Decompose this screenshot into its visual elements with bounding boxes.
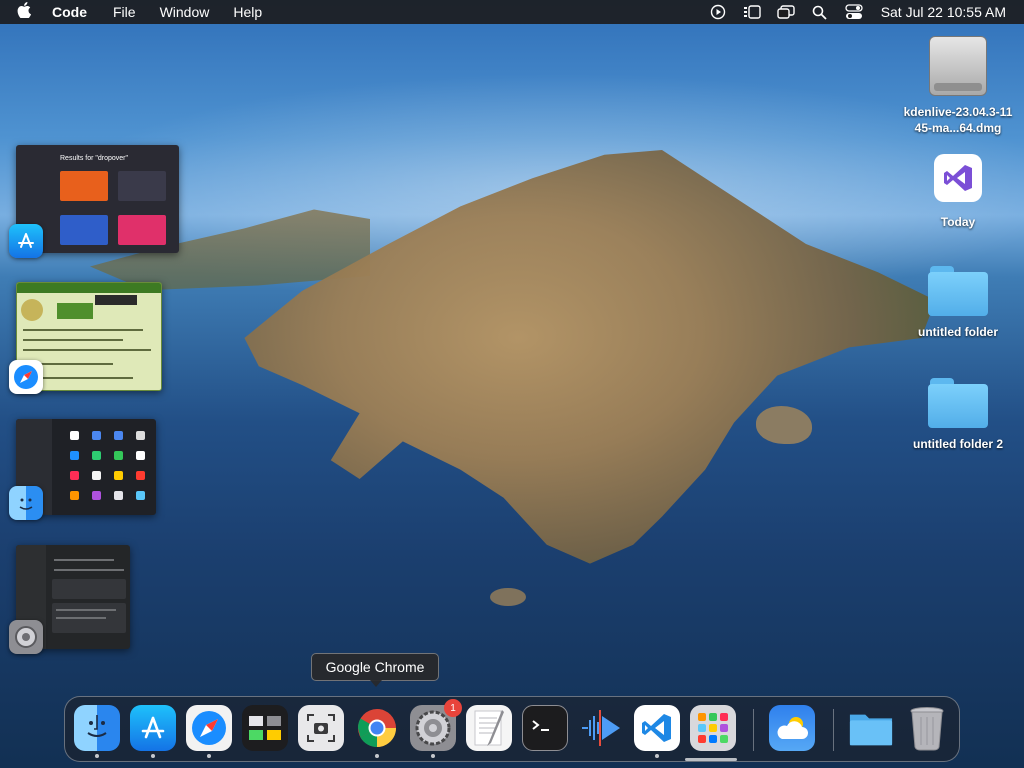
dock-item-trash[interactable] (904, 705, 950, 751)
folder-icon (928, 266, 988, 316)
desktop-item-label: Today (940, 215, 976, 229)
thumbnail-card (118, 215, 166, 245)
dock-item-kdenlive[interactable] (578, 705, 624, 751)
desktop-item-untitled-folder-2[interactable]: untitled folder 2 (898, 378, 1018, 452)
trash-icon (910, 707, 944, 751)
textedit-icon (474, 710, 504, 746)
dock-tooltip: Google Chrome (311, 653, 439, 687)
apple-menu-icon[interactable] (0, 2, 48, 22)
dock-item-launchpad[interactable] (690, 705, 736, 751)
running-indicator (375, 754, 379, 758)
running-indicator (207, 754, 211, 758)
running-indicator (655, 754, 659, 758)
safari-icon (9, 360, 43, 394)
dock-separator (833, 709, 834, 751)
dock: 1 (64, 696, 960, 762)
weather-icon (777, 717, 808, 739)
dock-separator (753, 709, 754, 751)
notification-badge: 1 (444, 699, 462, 717)
folder-icon (849, 714, 893, 746)
dock-scroll-indicator (685, 758, 737, 761)
menu-file[interactable]: File (101, 4, 148, 20)
dock-item-mission-control[interactable] (242, 705, 288, 751)
launchpad-icon (698, 713, 728, 743)
menu-clock[interactable]: Sat Jul 22 10:55 AM (871, 4, 1024, 20)
dock-item-visual-studio-code[interactable] (634, 705, 680, 751)
dock-item-google-chrome[interactable] (354, 705, 400, 751)
dock-item-downloads-folder[interactable] (848, 705, 894, 751)
window-thumbnail-title: Results for "dropover" (60, 155, 128, 162)
dock-item-system-settings[interactable]: 1 (410, 699, 462, 751)
disk-image-icon (929, 36, 987, 96)
thumbnail-card (60, 215, 108, 245)
wallpaper-rock (490, 588, 526, 606)
stage-manager-icon[interactable] (741, 4, 763, 20)
mission-control-icon (249, 716, 281, 740)
finder-icon (87, 715, 107, 737)
desktop-item-dmg[interactable]: kdenlive-23.04.3-1145-ma...64.dmg (898, 36, 1018, 136)
folder-icon (928, 378, 988, 428)
thumbnail-card (60, 171, 108, 201)
screen-mirroring-icon[interactable] (775, 4, 797, 20)
dock-item-weather[interactable] (769, 705, 815, 751)
running-indicator (151, 754, 155, 758)
control-center-icon[interactable] (843, 4, 865, 20)
menu-help[interactable]: Help (221, 4, 274, 20)
thumbnail-card (118, 171, 166, 201)
play-circle-icon[interactable] (707, 4, 729, 20)
app-store-icon (141, 716, 165, 739)
desktop-item-label: untitled folder (918, 325, 998, 339)
desktop-item-label: kdenlive-23.04.3-1145-ma...64.dmg (903, 105, 1013, 135)
wallpaper-rock (756, 406, 812, 444)
menu-app-name[interactable]: Code (48, 4, 101, 20)
spotlight-search-icon[interactable] (809, 4, 831, 20)
menu-bar: Code File Window Help Sat Jul 22 10:55 A… (0, 0, 1024, 24)
dock-item-textedit[interactable] (466, 705, 512, 751)
vscode-icon (642, 714, 671, 742)
desktop-item-untitled-folder[interactable]: untitled folder (898, 266, 1018, 340)
settings-icon (9, 620, 43, 654)
menu-window[interactable]: Window (148, 4, 222, 20)
app-store-icon (9, 224, 43, 258)
terminal-icon (532, 720, 549, 731)
kdenlive-icon (582, 710, 620, 746)
desktop-item-today[interactable]: Today (898, 154, 1018, 230)
chrome-icon (357, 709, 397, 748)
dock-item-app-store[interactable] (130, 705, 176, 751)
running-indicator (95, 754, 99, 758)
dock-item-safari[interactable] (186, 705, 232, 751)
desktop-item-label: untitled folder 2 (913, 437, 1003, 451)
safari-icon (192, 711, 226, 745)
finder-icon (9, 486, 43, 520)
dock-item-screenshot[interactable] (298, 705, 344, 751)
dock-item-finder[interactable] (74, 705, 120, 751)
screenshot-icon (307, 714, 335, 742)
dock-item-terminal[interactable] (522, 705, 568, 751)
running-indicator (431, 754, 435, 758)
visual-studio-icon (934, 154, 982, 202)
